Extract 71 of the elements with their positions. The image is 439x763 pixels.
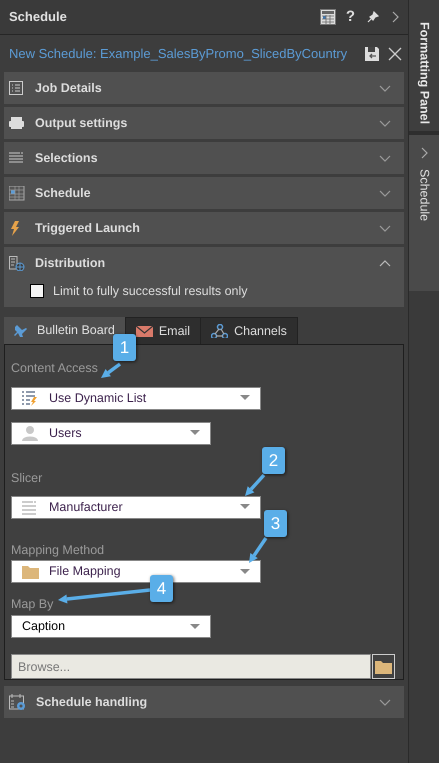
dropdown[interactable]: Manufacturer [11, 496, 261, 518]
pin-icon[interactable] [367, 11, 379, 23]
section-header[interactable]: Output settings [4, 107, 404, 139]
folder-icon [22, 564, 39, 580]
dropdown-arrow-icon [190, 624, 200, 630]
dropdown[interactable]: Use Dynamic List [11, 386, 261, 410]
chevron-down-icon[interactable] [378, 152, 392, 164]
chevron-up-icon[interactable] [378, 258, 392, 268]
side-tab[interactable]: Formatting Panel [409, 0, 439, 135]
section-header[interactable]: Job Details [4, 72, 404, 104]
calendar-icon [9, 186, 25, 200]
panel-title: Schedule [9, 8, 68, 26]
printer-icon [9, 116, 25, 130]
section-title: Selections [35, 150, 99, 167]
list-icon [9, 80, 25, 96]
envelope-icon [136, 324, 153, 338]
tab[interactable]: Channels [201, 317, 298, 344]
side-tab[interactable]: Schedule [409, 135, 439, 291]
chevron-down-icon[interactable] [378, 696, 392, 708]
callout-arrow [242, 472, 268, 499]
lines-icon [9, 150, 25, 166]
browse-button[interactable] [372, 654, 395, 679]
chevron-down-icon[interactable] [378, 118, 392, 128]
chevron-down-icon[interactable] [378, 82, 392, 94]
tab[interactable]: Email [126, 317, 202, 344]
callout-arrow [246, 535, 270, 566]
callout-marker: 2 [262, 447, 285, 474]
dropdown[interactable]: Users [11, 422, 211, 445]
dropdown-arrow-icon [240, 395, 250, 402]
section-title: Schedule handling [36, 694, 148, 711]
section-title: Schedule [35, 184, 92, 202]
section-header[interactable]: Distribution [4, 247, 404, 279]
folder-icon [375, 660, 392, 674]
dropdown-arrow-icon [240, 504, 250, 510]
checkbox[interactable] [30, 284, 44, 298]
callout-marker: 3 [264, 510, 287, 537]
section-header[interactable]: Schedule handling [4, 686, 404, 718]
network-icon [211, 324, 228, 338]
section-title: Job Details [35, 80, 103, 97]
document-globe-icon [9, 256, 25, 270]
field-label: Mapping Method [11, 542, 104, 559]
field-label: Slicer [11, 470, 42, 487]
chevron-right-icon [420, 147, 428, 159]
dropdown-arrow-icon [190, 430, 200, 436]
section-title: Output settings [35, 114, 128, 132]
lines-icon [22, 499, 39, 515]
calendar-icon[interactable] [320, 9, 336, 25]
section-header[interactable]: Triggered Launch [4, 212, 404, 244]
section-title: Triggered Launch [35, 220, 141, 237]
callout-marker: 4 [150, 575, 173, 602]
chevron-down-icon[interactable] [378, 222, 392, 234]
field-label: Content Access [11, 360, 98, 377]
dropdown[interactable]: Caption [11, 615, 211, 638]
help-icon[interactable]: ? [346, 6, 355, 28]
checkbox-label: Limit to fully successful results only [53, 282, 248, 300]
dropdown[interactable]: File Mapping [11, 560, 261, 584]
callout-marker: 1 [113, 334, 136, 361]
schedule-title: New Schedule: Example_SalesByPromo_SlicedByCountry [9, 44, 348, 63]
section-header[interactable]: Selections [4, 142, 404, 174]
calendar-gear-icon [9, 694, 26, 710]
file-path-field[interactable]: Browse... [11, 654, 371, 679]
save-icon[interactable] [364, 46, 380, 62]
field-label: Map By [11, 596, 54, 614]
dropdown-arrow-icon [240, 568, 250, 575]
user-icon [22, 425, 39, 442]
section-header[interactable]: Schedule [4, 177, 404, 209]
dynamic-list-icon [22, 390, 39, 406]
section-title: Distribution [35, 254, 106, 272]
chevron-right-icon[interactable] [391, 11, 399, 23]
chevron-down-icon[interactable] [378, 188, 392, 198]
close-icon[interactable] [388, 46, 402, 60]
